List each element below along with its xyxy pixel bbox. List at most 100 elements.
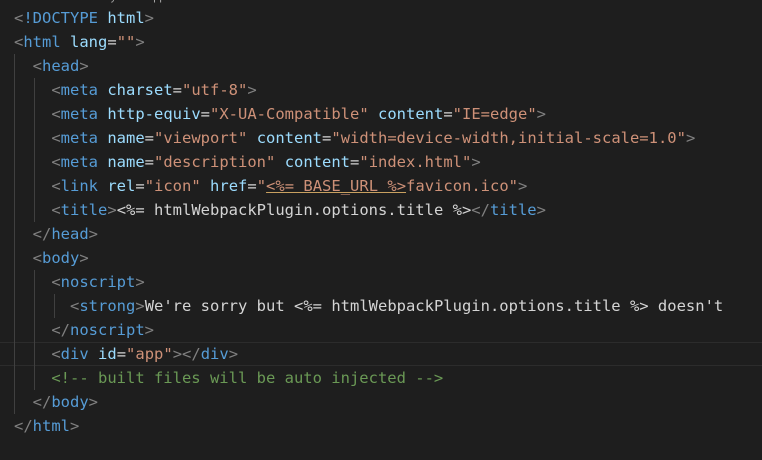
code-token: > — [70, 417, 80, 435]
indent-guide — [14, 222, 15, 246]
code-line[interactable]: <meta name="viewport" content="width=dev… — [0, 126, 762, 150]
code-token: href — [210, 177, 248, 195]
code-token: > — [135, 297, 145, 315]
code-line[interactable]: </noscript> — [0, 318, 762, 342]
indent-guide — [14, 102, 15, 126]
code-token: < — [51, 345, 61, 363]
breadcrumb-item[interactable]: › html — [54, 0, 82, 3]
indent-guide — [33, 174, 35, 198]
code-token: "width=device-width,initial-scale=1.0" — [331, 129, 686, 147]
code-line[interactable]: <meta name="description" content="index.… — [0, 150, 762, 174]
code-line[interactable]: <body> — [0, 246, 762, 270]
code-token: = — [443, 105, 453, 123]
code-line[interactable]: <div id="app"></div> — [0, 342, 762, 366]
code-token: > — [471, 153, 481, 171]
code-area[interactable]: <!DOCTYPE html> <html lang=""> <head> <me… — [0, 6, 762, 438]
indent-guide — [14, 366, 15, 390]
code-token: noscript — [60, 273, 136, 291]
indent-guide — [14, 294, 15, 318]
code-token: "index.html" — [359, 153, 472, 171]
code-line[interactable]: <head> — [0, 54, 762, 78]
code-token: > — [107, 201, 117, 219]
code-token: div — [60, 345, 89, 363]
code-line[interactable]: <meta charset="utf-8"> — [0, 78, 762, 102]
code-token: = — [200, 105, 211, 123]
breadcrumb: index.html › html › body› div#app — [0, 0, 762, 5]
code-token: </ — [471, 201, 490, 219]
indent-guide — [33, 318, 35, 342]
code-token: "" — [116, 33, 136, 51]
code-token: content — [256, 129, 323, 147]
code-token: <%= BASE_URL %> — [266, 177, 407, 195]
code-line[interactable]: </body> — [0, 390, 762, 414]
indent-guide — [14, 270, 15, 294]
code-line[interactable]: <title><%= htmlWebpackPlugin.options.tit… — [0, 198, 762, 222]
code-token: ></ — [172, 345, 201, 363]
indent-guide — [14, 126, 15, 150]
code-token: "description" — [154, 153, 276, 171]
code-token: < — [51, 273, 61, 291]
code-line[interactable]: </head> — [0, 222, 762, 246]
code-token: > — [247, 81, 257, 99]
breadcrumb-item[interactable]: › div#app — [120, 0, 165, 3]
code-token: = — [135, 177, 145, 195]
code-token: charset — [107, 81, 173, 99]
code-line[interactable]: <html lang=""> — [0, 30, 762, 54]
code-token: = — [172, 81, 183, 99]
indent-guide — [14, 174, 15, 198]
code-token: < — [32, 249, 43, 267]
indent-guide — [14, 54, 15, 78]
code-line[interactable]: <strong>We're sorry but <%= htmlWebpackP… — [0, 294, 762, 318]
code-token: body — [42, 249, 80, 267]
code-token: meta — [60, 153, 98, 171]
indent-guide — [33, 78, 35, 102]
code-token: id — [98, 345, 117, 363]
code-token: < — [51, 129, 61, 147]
breadcrumb-item[interactable]: index.html — [0, 0, 50, 3]
code-token: = — [144, 153, 155, 171]
code-token: We're sorry but <%= htmlWebpackPlugin.op… — [144, 297, 724, 315]
code-token: "app" — [126, 345, 173, 363]
indent-guide — [53, 294, 55, 318]
code-token: < — [51, 81, 61, 99]
breadcrumb-item[interactable]: › body — [86, 0, 117, 3]
code-token: meta — [60, 105, 98, 123]
code-line[interactable]: <!DOCTYPE html> — [0, 6, 762, 30]
code-token: > — [79, 249, 89, 267]
code-line[interactable]: <meta http-equiv="X-UA-Compatible" conte… — [0, 102, 762, 126]
code-token: name — [107, 153, 145, 171]
code-token: noscript — [70, 321, 145, 339]
code-token: </ — [32, 225, 52, 243]
code-editor[interactable]: index.html › html › body› div#app <!DOCTYP… — [0, 0, 762, 460]
indent-guide — [33, 294, 35, 318]
indent-guide — [33, 342, 35, 366]
code-line[interactable]: <!-- built files will be auto injected -… — [0, 366, 762, 390]
indent-guide — [14, 78, 15, 102]
code-token: = — [116, 345, 127, 363]
code-token: "utf-8" — [182, 81, 248, 99]
code-token: > — [135, 33, 145, 51]
code-line[interactable]: </html> — [0, 414, 762, 438]
code-token: < — [51, 153, 61, 171]
code-token: "icon" — [144, 177, 201, 195]
code-line[interactable]: <link rel="icon" href="<%= BASE_URL %>fa… — [0, 174, 762, 198]
code-token: "viewport" — [154, 129, 248, 147]
code-line[interactable]: <noscript> — [0, 270, 762, 294]
